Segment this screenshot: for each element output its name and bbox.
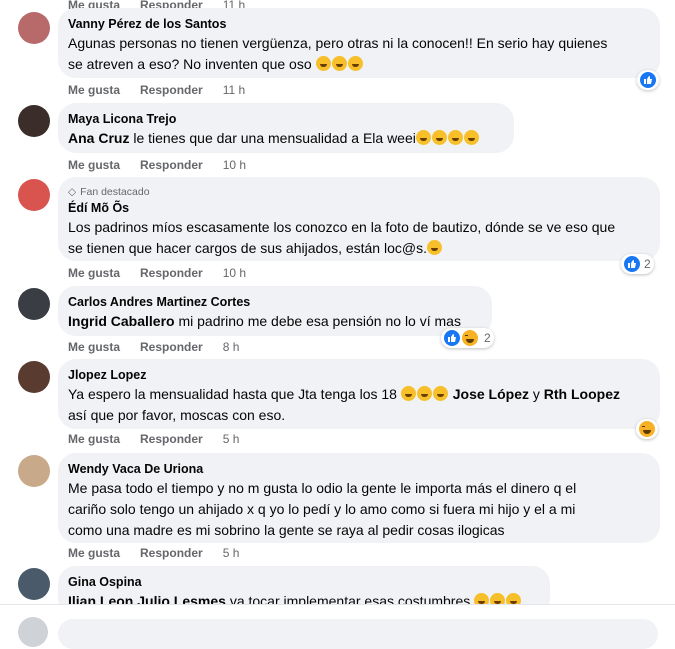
emoji-icon (426, 240, 442, 255)
emoji-icon (415, 130, 431, 145)
reaction-summary[interactable] (636, 419, 658, 439)
comment-text: Ana Cruz le tienes que dar una mensualid… (68, 128, 502, 149)
comment-text: Agunas personas no tienen vergüenza, per… (68, 35, 608, 72)
comment-actions: Me gusta Responder 8 h (68, 339, 239, 355)
reaction-summary[interactable] (637, 70, 659, 90)
reply-link[interactable]: Responder (140, 265, 203, 281)
reaction-count: 2 (644, 257, 651, 271)
comment-bubble: Wendy Vaca De Uriona Me pasa todo el tie… (58, 453, 660, 543)
avatar[interactable] (18, 455, 50, 487)
author-name[interactable]: Wendy Vaca De Uriona (68, 461, 648, 477)
comment-bubble: Jlopez Lopez Ya espero la mensualidad ha… (58, 359, 660, 429)
author-name[interactable]: Vanny Pérez de los Santos (68, 16, 648, 32)
timestamp: 10 h (222, 266, 247, 280)
avatar[interactable] (18, 179, 50, 211)
reaction-summary[interactable]: 2 (621, 254, 654, 274)
emoji-icon (331, 56, 347, 71)
emoji-icon (463, 130, 479, 145)
haha-reaction-icon (639, 421, 655, 437)
comment-text: Ya espero la mensualidad hasta que Jta t… (68, 386, 620, 423)
like-reaction-icon (444, 330, 460, 346)
timestamp: 8 h (222, 340, 240, 354)
author-name[interactable]: Carlos Andres Martinez Cortes (68, 294, 480, 310)
comment-text: Los padrinos míos escasamente los conozc… (68, 219, 616, 256)
comment-actions: Me gusta Responder 5 h (68, 431, 239, 447)
mention-link[interactable]: Jose López (453, 386, 529, 402)
like-link[interactable]: Me gusta (68, 545, 120, 561)
emoji-icon (432, 386, 448, 401)
author-name[interactable]: Édí Mõ Õs (68, 200, 648, 216)
author-name[interactable]: Jlopez Lopez (68, 367, 648, 383)
avatar[interactable] (18, 12, 50, 44)
like-link[interactable]: Me gusta (68, 82, 120, 98)
avatar[interactable] (18, 288, 50, 320)
reaction-count: 2 (484, 331, 491, 345)
like-link[interactable]: Me gusta (68, 339, 120, 355)
avatar[interactable] (18, 361, 50, 393)
comment-bubble: Carlos Andres Martinez Cortes Ingrid Cab… (58, 286, 492, 336)
like-link[interactable]: Me gusta (68, 157, 120, 173)
timestamp: 11 h (222, 83, 246, 97)
reaction-summary[interactable]: 2 (441, 328, 494, 348)
diamond-icon: ◇ (68, 186, 77, 198)
reply-link[interactable]: Responder (140, 157, 203, 173)
like-link[interactable]: Me gusta (68, 431, 120, 447)
mention-link[interactable]: Ana Cruz (68, 130, 129, 146)
mention-link[interactable]: Rth Loopez (544, 386, 620, 402)
emoji-icon (347, 56, 363, 71)
emoji-icon (431, 130, 447, 145)
reply-link[interactable]: Responder (140, 339, 203, 355)
haha-reaction-icon (462, 330, 478, 346)
comment-actions: Me gusta Responder 5 h (68, 545, 239, 561)
emoji-icon (400, 386, 416, 401)
timestamp: 5 h (222, 546, 240, 560)
comment-actions: Me gusta Responder 10 h (68, 157, 246, 173)
reply-link[interactable]: Responder (140, 431, 203, 447)
comment-bubble: ◇ Fan destacado Édí Mõ Õs Los padrinos mí… (58, 177, 660, 261)
reply-link[interactable]: Responder (140, 82, 203, 98)
comment-input[interactable] (58, 619, 658, 649)
like-reaction-icon (640, 72, 656, 88)
comment-text: Me pasa todo el tiempo y no m gusta lo o… (68, 480, 577, 538)
emoji-icon (416, 386, 432, 401)
avatar[interactable] (18, 105, 50, 137)
avatar[interactable] (18, 617, 48, 647)
comment-actions: Me gusta Responder 11 h (68, 82, 245, 98)
like-link[interactable]: Me gusta (68, 265, 120, 281)
reply-link[interactable]: Responder (140, 545, 203, 561)
timestamp: 5 h (222, 432, 240, 446)
comment-text: Ingrid Caballero mi padrino me debe esa … (68, 313, 461, 329)
comment-composer (0, 604, 675, 649)
comment-bubble: Vanny Pérez de los Santos Agunas persona… (58, 8, 660, 78)
author-name[interactable]: Gina Ospina (68, 574, 538, 590)
comment-bubble: Maya Licona Trejo Ana Cruz le tienes que… (58, 103, 514, 153)
emoji-icon (447, 130, 463, 145)
author-name[interactable]: Maya Licona Trejo (68, 111, 502, 127)
fan-badge: ◇ Fan destacado (68, 186, 150, 198)
emoji-icon (315, 56, 331, 71)
comment-actions: Me gusta Responder 10 h (68, 265, 246, 281)
avatar[interactable] (18, 568, 50, 600)
mention-link[interactable]: Ingrid Caballero (68, 313, 175, 329)
like-reaction-icon (624, 256, 640, 272)
timestamp: 10 h (222, 158, 247, 172)
